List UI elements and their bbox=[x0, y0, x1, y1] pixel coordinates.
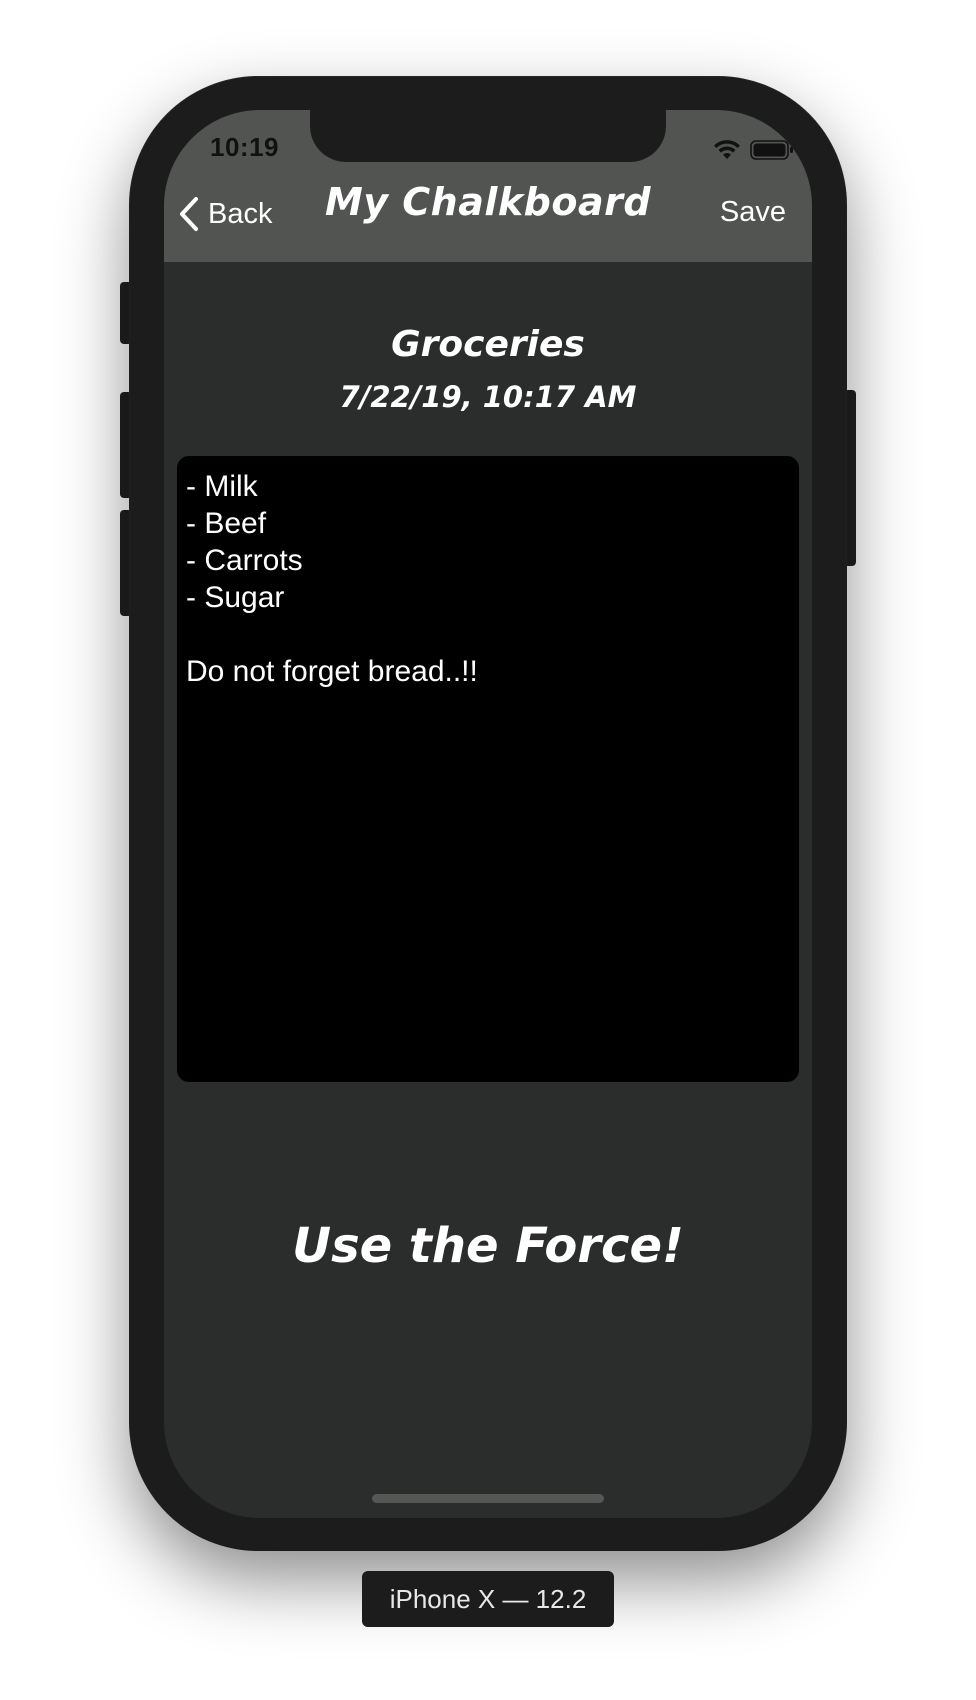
page-title: My Chalkboard bbox=[324, 180, 652, 224]
status-time: 10:19 bbox=[210, 132, 279, 162]
note-date: 7/22/19, 10:17 AM bbox=[339, 380, 637, 414]
device-label: iPhone X — 12.2 bbox=[362, 1571, 614, 1627]
navigation-bar: Back My Chalkboard Save bbox=[164, 162, 812, 262]
note-text-area[interactable]: - Milk - Beef - Carrots - Sugar Do not f… bbox=[177, 456, 799, 1082]
chevron-left-icon bbox=[180, 197, 198, 231]
back-label: Back bbox=[208, 197, 273, 230]
cellular-signal-icon bbox=[672, 154, 702, 167]
back-button[interactable]: Back bbox=[178, 194, 272, 234]
wifi-icon bbox=[714, 140, 740, 159]
notch bbox=[310, 110, 666, 162]
home-indicator[interactable] bbox=[372, 1494, 604, 1503]
save-button[interactable]: Save bbox=[720, 196, 786, 229]
status-bar: 10:19 bbox=[164, 110, 812, 167]
battery-icon bbox=[750, 140, 793, 160]
footer-text: Use the Force! bbox=[292, 1218, 684, 1274]
note-title: Groceries bbox=[391, 324, 585, 365]
simulator-window: 10:19 Back My Chalkboard Save Groceries … bbox=[0, 0, 976, 1700]
device-screen: 10:19 Back My Chalkboard Save Groceries … bbox=[164, 110, 812, 1518]
